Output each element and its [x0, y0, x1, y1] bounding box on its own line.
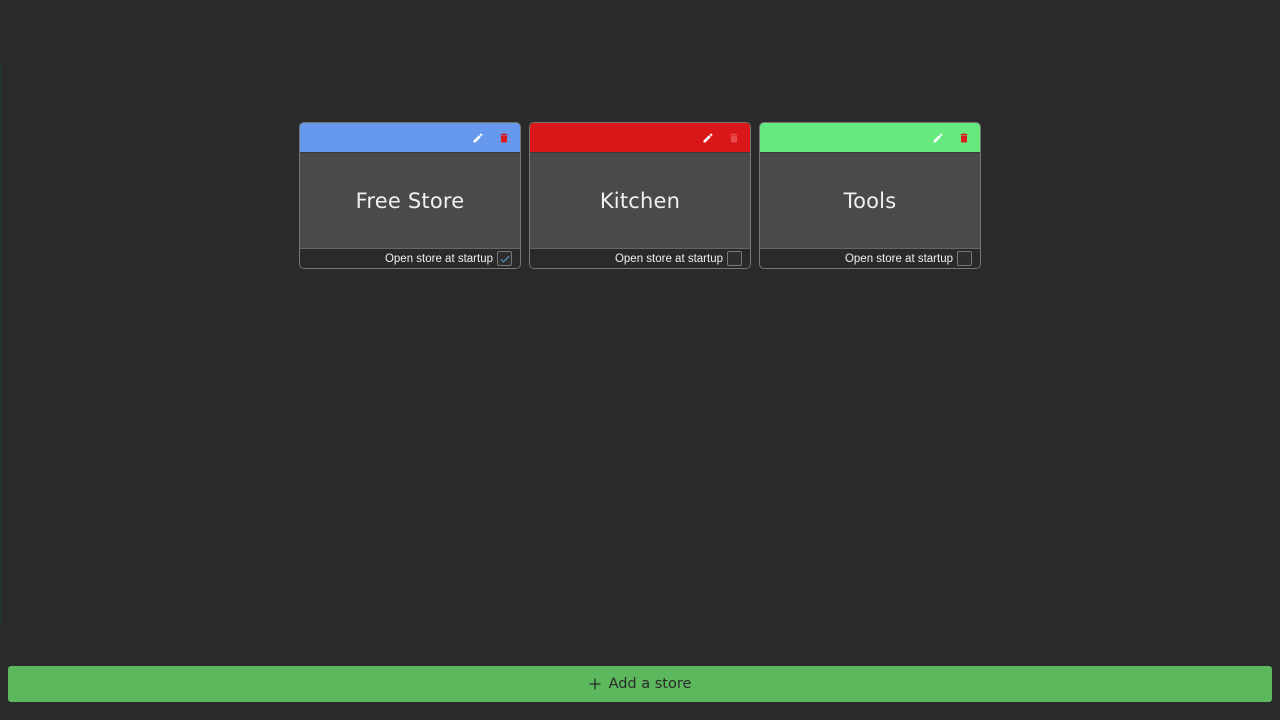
trash-icon[interactable] [494, 128, 514, 148]
open-at-startup-checkbox[interactable] [497, 251, 512, 266]
startup-label: Open store at startup [844, 252, 953, 265]
open-at-startup-checkbox[interactable] [957, 251, 972, 266]
store-name: Tools [843, 188, 897, 213]
store-card-tools: Tools Open store at startup [759, 122, 981, 269]
trash-icon[interactable] [954, 128, 974, 148]
store-name: Free Store [355, 188, 465, 213]
window-edge [0, 62, 1, 628]
store-card-kitchen: Kitchen Open store at startup [529, 122, 751, 269]
store-card-header [530, 123, 750, 152]
add-store-label: Add a store [608, 676, 692, 692]
store-card-header [300, 123, 520, 152]
store-card-body[interactable]: Kitchen [530, 152, 750, 249]
pencil-icon[interactable] [928, 128, 948, 148]
store-card-footer: Open store at startup [530, 249, 750, 268]
pencil-icon[interactable] [698, 128, 718, 148]
store-card-header [760, 123, 980, 152]
pencil-icon[interactable] [468, 128, 488, 148]
store-card-free-store: Free Store Open store at startup [299, 122, 521, 269]
trash-icon[interactable] [724, 128, 744, 148]
store-name: Kitchen [599, 188, 681, 213]
store-card-footer: Open store at startup [300, 249, 520, 268]
add-store-button[interactable]: Add a store [8, 666, 1272, 702]
plus-icon [589, 678, 601, 690]
store-manager: Free Store Open store at startup Kitchen… [0, 0, 1280, 720]
store-card-body[interactable]: Tools [760, 152, 980, 249]
store-card-body[interactable]: Free Store [300, 152, 520, 249]
startup-label: Open store at startup [384, 252, 493, 265]
store-card-footer: Open store at startup [760, 249, 980, 268]
open-at-startup-checkbox[interactable] [727, 251, 742, 266]
store-grid: Free Store Open store at startup Kitchen… [299, 122, 981, 269]
startup-label: Open store at startup [614, 252, 723, 265]
